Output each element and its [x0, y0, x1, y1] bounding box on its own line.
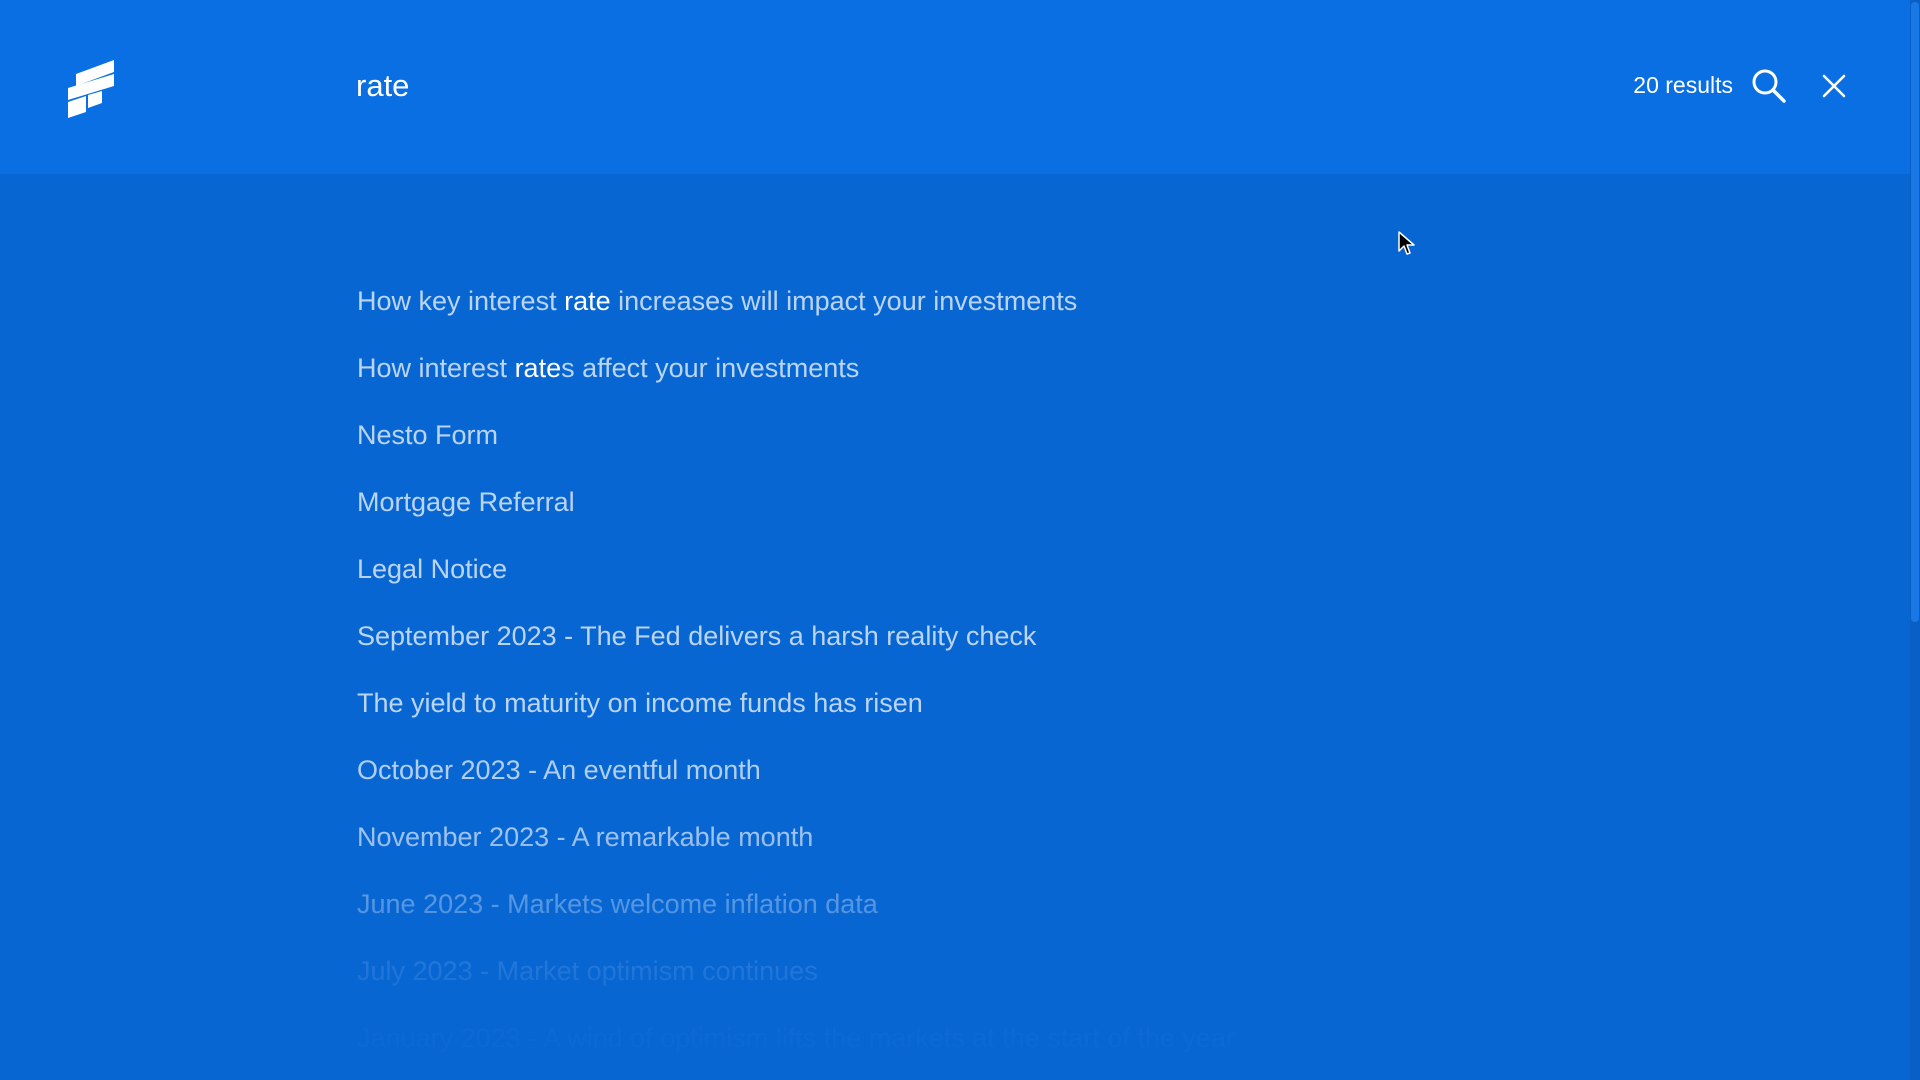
result-text: January 2023 - A wind of optimism lifts …	[357, 1023, 1235, 1053]
mouse-cursor-icon	[1398, 231, 1416, 257]
close-icon	[1822, 74, 1846, 98]
result-text: Mortgage Referral	[357, 487, 575, 517]
result-item[interactable]: Nesto Form	[357, 408, 1757, 475]
result-item[interactable]: October 2023 - An eventful month	[357, 743, 1757, 810]
result-match-highlight: rate	[564, 286, 611, 316]
result-item[interactable]: September 2023 - The Fed delivers a hars…	[357, 609, 1757, 676]
search-button[interactable]	[1750, 67, 1788, 105]
search-icon	[1752, 69, 1786, 103]
result-text: How key interest	[357, 286, 565, 316]
result-match-highlight: rate	[514, 353, 562, 383]
search-results-list: How key interest rate increases will imp…	[357, 274, 1757, 1078]
result-item[interactable]: June 2023 - Markets welcome inflation da…	[357, 877, 1757, 944]
search-input[interactable]	[356, 60, 1556, 112]
result-item[interactable]: Legal Notice	[357, 542, 1757, 609]
result-text: increases will impact your investments	[610, 286, 1078, 316]
result-item[interactable]: November 2023 - A remarkable month	[357, 810, 1757, 877]
result-item[interactable]: January 2023 - A wind of optimism lifts …	[357, 1011, 1757, 1078]
results-count: 20 results	[1633, 72, 1733, 98]
result-text: July 2023 - Market optimism continues	[357, 956, 818, 986]
scrollbar-thumb[interactable]	[1911, 2, 1919, 622]
result-text: October 2023 - An eventful month	[357, 755, 761, 785]
result-item[interactable]: How key interest rate increases will imp…	[357, 274, 1757, 341]
result-text: Nesto Form	[357, 420, 499, 450]
brand-flag-logo-icon[interactable]	[64, 58, 116, 124]
result-text: September 2023 - The Fed delivers a hars…	[357, 621, 1037, 651]
scrollbar-track[interactable]	[1910, 0, 1920, 1080]
result-text: s affect your investments	[561, 353, 860, 383]
close-button[interactable]	[1816, 68, 1852, 104]
result-item[interactable]: July 2023 - Market optimism continues	[357, 944, 1757, 1011]
search-header: 20 results	[0, 0, 1920, 174]
result-item[interactable]: Mortgage Referral	[357, 475, 1757, 542]
result-item[interactable]: How interest rates affect your investmen…	[357, 341, 1757, 408]
result-text: November 2023 - A remarkable month	[357, 822, 814, 852]
result-text: How interest	[357, 353, 515, 383]
result-text: The yield to maturity on income funds ha…	[357, 688, 923, 718]
result-text: Legal Notice	[357, 554, 508, 584]
result-item[interactable]: The yield to maturity on income funds ha…	[357, 676, 1757, 743]
result-text: June 2023 - Markets welcome inflation da…	[357, 889, 878, 919]
